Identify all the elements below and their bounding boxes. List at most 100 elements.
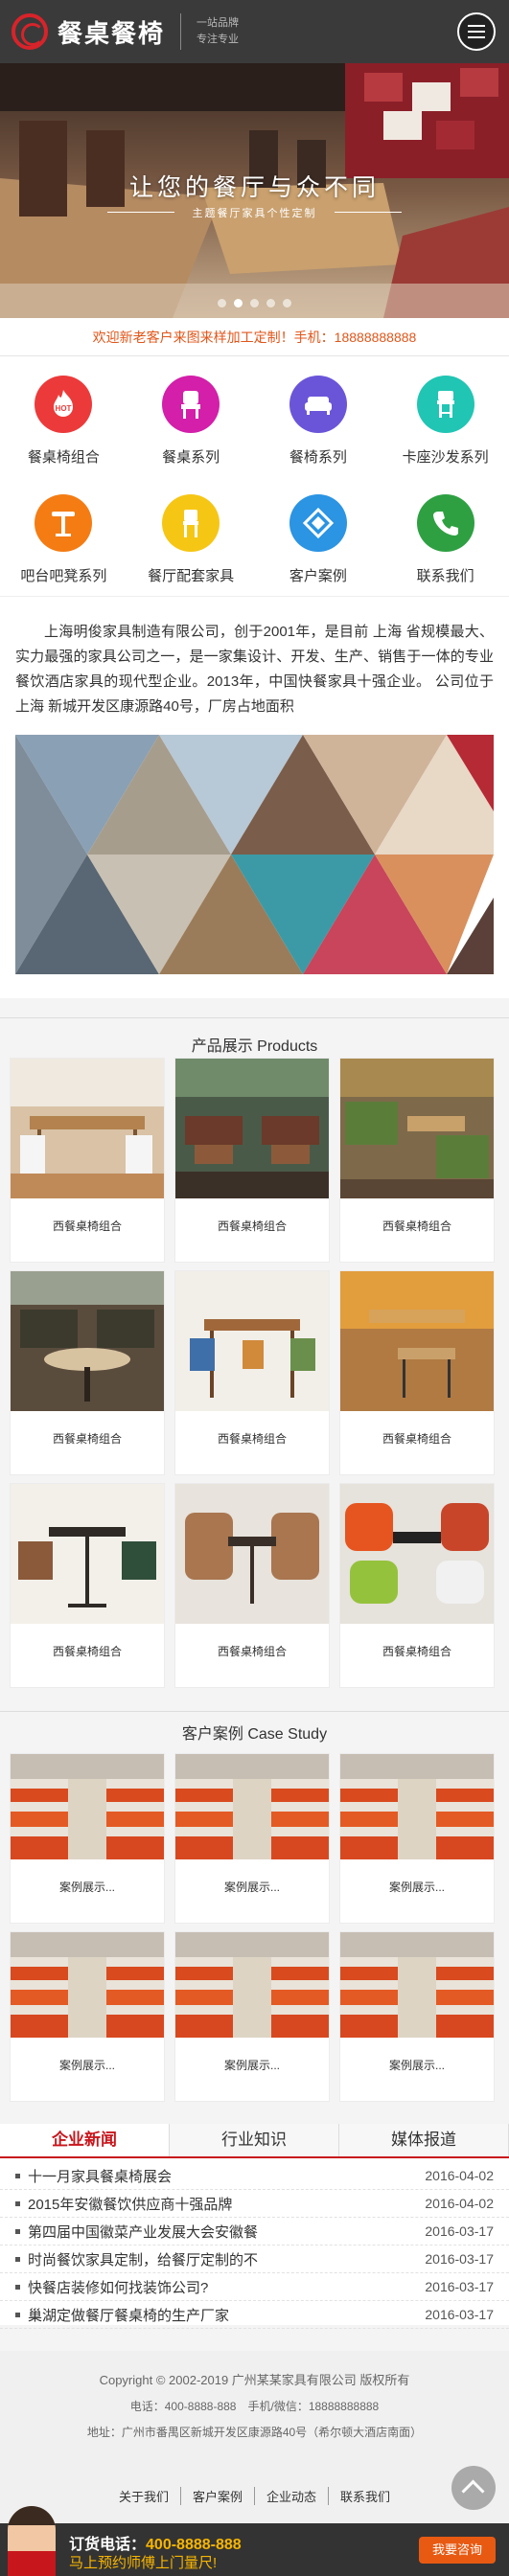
nav-item-accessories[interactable]: 餐厅配套家具: [127, 475, 255, 596]
product-caption[interactable]: 西餐桌椅组合: [11, 1643, 164, 1659]
nav-item-cases[interactable]: 客户案例: [255, 475, 382, 596]
case-image[interactable]: [340, 1932, 494, 2038]
case-image[interactable]: [175, 1754, 329, 1859]
product-caption[interactable]: 西餐桌椅组合: [175, 1643, 329, 1659]
footer-link-cases[interactable]: 客户案例: [181, 2487, 255, 2505]
case-caption[interactable]: 案例展示...: [175, 1879, 329, 1895]
product-caption[interactable]: 西餐桌椅组合: [175, 1218, 329, 1234]
nav-item-tables-chairs[interactable]: HOT 餐桌椅组合: [0, 356, 127, 475]
about-section: 上海明俊家具制造有限公司，创于2001年，是目前 上海 省规模最大、实力最强的家…: [0, 596, 509, 998]
news-title[interactable]: 时尚餐饮家具定制，给餐厅定制的不: [15, 2249, 258, 2269]
tab-industry-knowledge[interactable]: 行业知识: [170, 2124, 339, 2156]
product-image[interactable]: [340, 1271, 494, 1411]
news-item[interactable]: 巢湖定做餐厅餐桌椅的生产厂家 2016-03-17: [0, 2301, 509, 2329]
products-title-text: 产品展示 Products: [191, 1038, 318, 1055]
nav-item-booth-sofas[interactable]: 卡座沙发系列: [382, 356, 509, 475]
appointment-text: 马上预约师傅上门量尺!: [69, 2555, 218, 2571]
logo-icon[interactable]: [12, 13, 48, 50]
banner-title: 让您的餐厅与众不同: [128, 174, 380, 201]
product-image[interactable]: [11, 1271, 164, 1411]
hotline-label: 订货电话：: [69, 2537, 147, 2553]
news-section: 企业新闻 行业知识 媒体报道 十一月家具餐桌椅展会 2016-04-02 2015…: [0, 2124, 509, 2329]
order-hotline[interactable]: 订货电话：400-8888-888: [69, 2531, 242, 2554]
menu-button[interactable]: [457, 12, 496, 51]
product-image[interactable]: [340, 1484, 494, 1624]
product-card[interactable]: 西餐桌椅组合: [339, 1270, 495, 1475]
news-item[interactable]: 十一月家具餐桌椅展会 2016-04-02: [0, 2162, 509, 2190]
cases-title-text: 客户案例 Case Study: [181, 1726, 328, 1743]
nav-item-bar-stools[interactable]: 吧台吧凳系列: [0, 475, 127, 596]
product-image[interactable]: [11, 1484, 164, 1624]
news-title[interactable]: 巢湖定做餐厅餐桌椅的生产厂家: [15, 2305, 229, 2325]
tab-company-news[interactable]: 企业新闻: [0, 2124, 170, 2156]
cases-icon: [289, 494, 347, 552]
product-image[interactable]: [11, 1059, 164, 1198]
product-caption[interactable]: 西餐桌椅组合: [11, 1218, 164, 1234]
product-card[interactable]: 西餐桌椅组合: [174, 1483, 330, 1688]
case-image[interactable]: [340, 1754, 494, 1859]
logo-text[interactable]: 餐桌餐椅: [58, 14, 165, 50]
nav-item-chairs[interactable]: 餐椅系列: [255, 356, 382, 475]
hotline-number[interactable]: 400-8888-888: [146, 2537, 242, 2553]
case-caption[interactable]: 案例展示...: [340, 2057, 494, 2073]
footer-link-news[interactable]: 企业动态: [255, 2487, 330, 2505]
case-card[interactable]: 案例展示...: [10, 1931, 165, 2102]
product-caption[interactable]: 西餐桌椅组合: [340, 1430, 494, 1447]
case-caption[interactable]: 案例展示...: [340, 1879, 494, 1895]
footer-contact: 电话：400-8888-888 手机/微信：18888888888: [129, 2400, 380, 2413]
case-image[interactable]: [11, 1932, 164, 2038]
product-card[interactable]: 西餐桌椅组合: [174, 1058, 330, 1263]
case-card[interactable]: 案例展示...: [174, 1931, 330, 2102]
carousel-dot[interactable]: [250, 299, 259, 308]
news-date: 2016-03-17: [425, 2307, 494, 2322]
category-nav: HOT 餐桌椅组合 餐桌系列 餐椅系列 卡座沙发系列 吧台吧凳系列 餐厅配套家具: [0, 356, 509, 596]
product-image[interactable]: [175, 1059, 329, 1198]
product-caption[interactable]: 西餐桌椅组合: [11, 1430, 164, 1447]
nav-item-contact[interactable]: 联系我们: [382, 475, 509, 596]
footer-link-contact[interactable]: 联系我们: [329, 2487, 402, 2505]
product-image[interactable]: [175, 1484, 329, 1624]
carousel-dot[interactable]: [218, 299, 226, 308]
news-date: 2016-03-17: [425, 2279, 494, 2294]
product-image[interactable]: [175, 1271, 329, 1411]
footer-link-about[interactable]: 关于我们: [107, 2487, 181, 2505]
news-item[interactable]: 快餐店装修如何找装饰公司? 2016-03-17: [0, 2273, 509, 2301]
nav-item-tables[interactable]: 餐桌系列: [127, 356, 255, 475]
news-item[interactable]: 第四届中国徽菜产业发展大会安徽餐 2016-03-17: [0, 2218, 509, 2245]
news-item[interactable]: 时尚餐饮家具定制，给餐厅定制的不 2016-03-17: [0, 2245, 509, 2273]
product-card[interactable]: 西餐桌椅组合: [10, 1483, 165, 1688]
news-title[interactable]: 十一月家具餐桌椅展会: [15, 2166, 172, 2186]
news-title[interactable]: 快餐店装修如何找装饰公司?: [15, 2277, 208, 2297]
case-caption[interactable]: 案例展示...: [11, 1879, 164, 1895]
product-card[interactable]: 西餐桌椅组合: [174, 1270, 330, 1475]
product-card[interactable]: 西餐桌椅组合: [339, 1058, 495, 1263]
news-title[interactable]: 2015年安徽餐饮供应商十强品牌: [15, 2194, 232, 2214]
tab-media-reports[interactable]: 媒体报道: [339, 2124, 509, 2156]
product-image[interactable]: [340, 1059, 494, 1198]
news-item[interactable]: 2015年安徽餐饮供应商十强品牌 2016-04-02: [0, 2190, 509, 2218]
product-card[interactable]: 西餐桌椅组合: [10, 1270, 165, 1475]
case-card[interactable]: 案例展示...: [10, 1753, 165, 1924]
product-caption[interactable]: 西餐桌椅组合: [175, 1430, 329, 1447]
product-caption[interactable]: 西餐桌椅组合: [340, 1643, 494, 1659]
section-divider: [0, 1711, 509, 1712]
product-card[interactable]: 西餐桌椅组合: [10, 1058, 165, 1263]
carousel-dot-active[interactable]: [234, 299, 243, 308]
back-to-top-button[interactable]: [451, 2466, 496, 2510]
case-caption[interactable]: 案例展示...: [175, 2057, 329, 2073]
carousel-dot[interactable]: [283, 299, 291, 308]
slogan-line-2: 专注专业: [197, 34, 240, 45]
product-caption[interactable]: 西餐桌椅组合: [340, 1218, 494, 1234]
banner-carousel[interactable]: 让您的餐厅与众不同 主题餐厅家具个性定制: [0, 63, 509, 318]
consult-button[interactable]: 我要咨询: [419, 2537, 496, 2564]
bar-chair-icon: [162, 494, 220, 552]
case-image[interactable]: [11, 1754, 164, 1859]
case-card[interactable]: 案例展示...: [339, 1753, 495, 1924]
case-caption[interactable]: 案例展示...: [11, 2057, 164, 2073]
news-title[interactable]: 第四届中国徽菜产业发展大会安徽餐: [15, 2222, 258, 2242]
case-card[interactable]: 案例展示...: [339, 1931, 495, 2102]
carousel-dot[interactable]: [266, 299, 275, 308]
product-card[interactable]: 西餐桌椅组合: [339, 1483, 495, 1688]
case-image[interactable]: [175, 1932, 329, 2038]
case-card[interactable]: 案例展示...: [174, 1753, 330, 1924]
